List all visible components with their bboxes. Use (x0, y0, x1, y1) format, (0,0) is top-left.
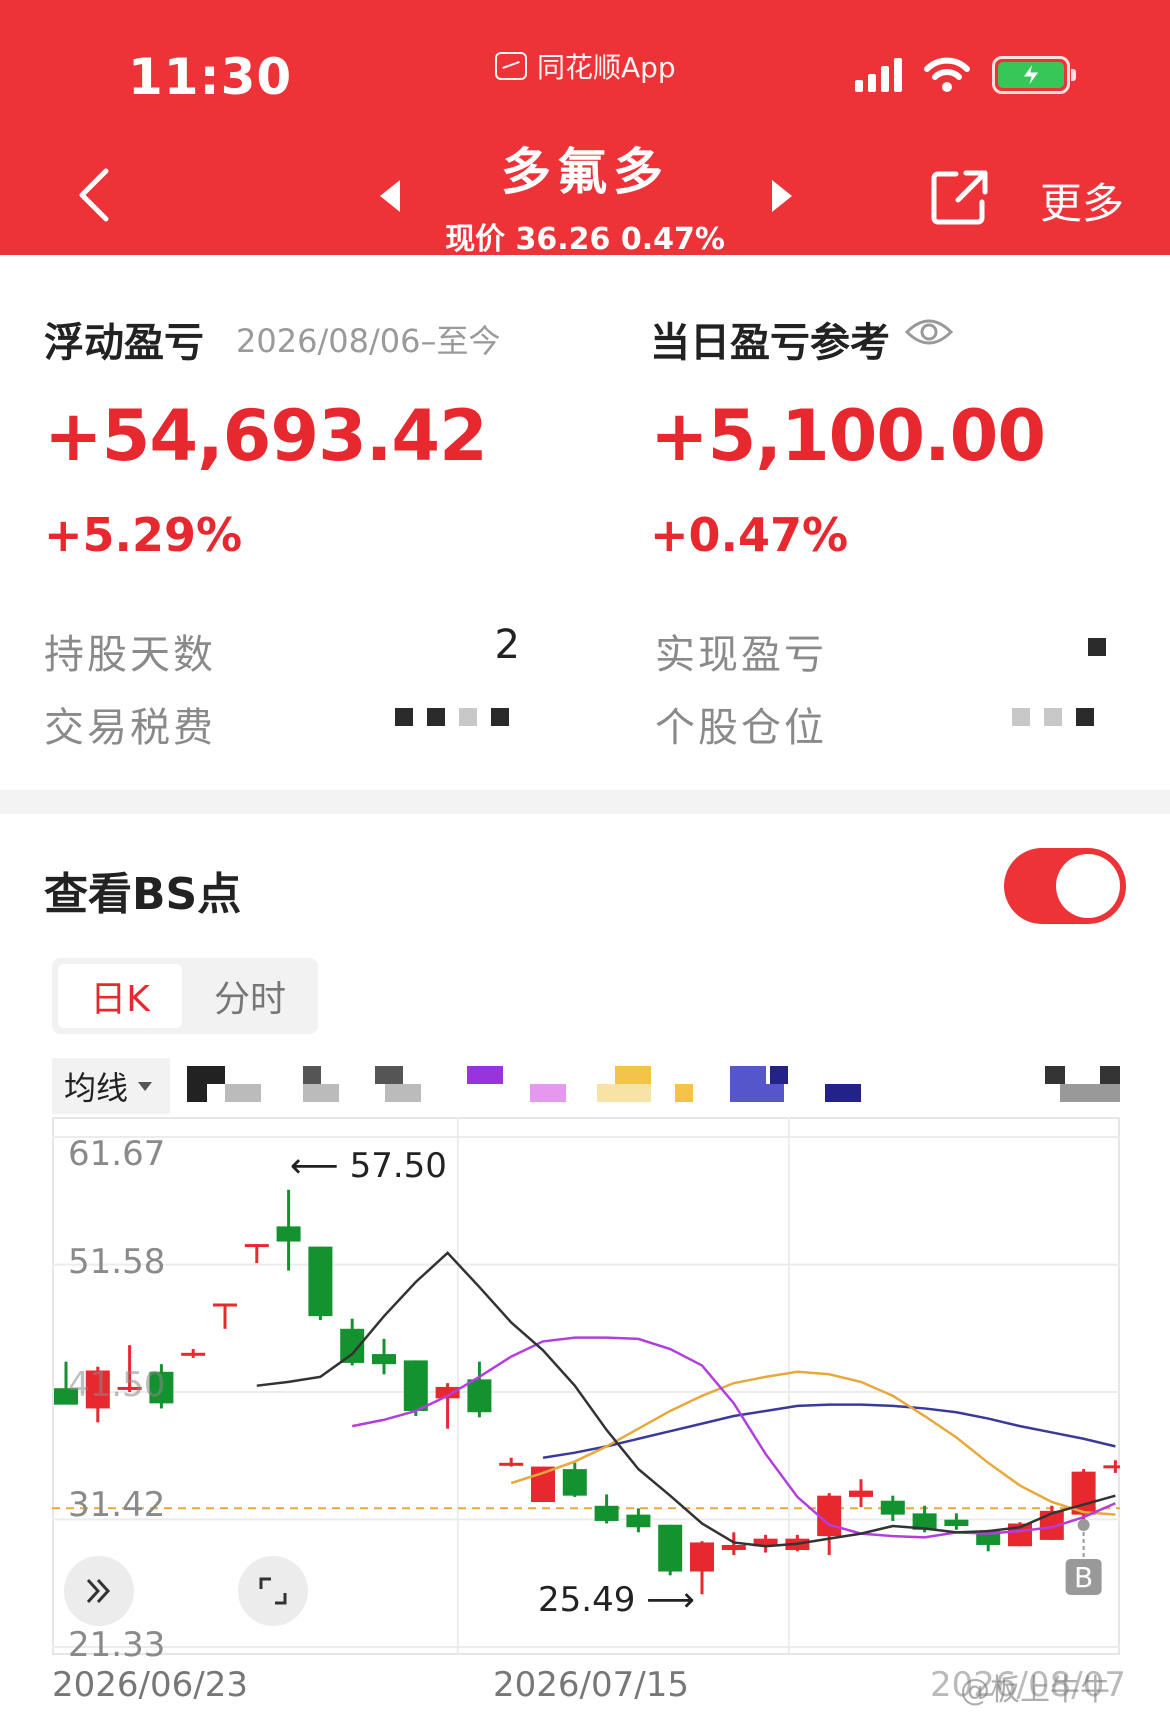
bs-points-title: 查看BS点 (44, 869, 242, 920)
candle (308, 1246, 333, 1317)
realized-pl-label: 实现盈亏 (655, 632, 827, 678)
tax-value-masked (395, 708, 509, 726)
buy-marker-label: B (1074, 1561, 1093, 1594)
low-annotation: 25.49 ⟶ (538, 1580, 695, 1620)
position-value-masked (1012, 708, 1094, 726)
candle (880, 1500, 905, 1515)
floating-pl-percent: +5.29% (44, 508, 243, 562)
daily-pl-amount: +5,100.00 (650, 395, 1046, 477)
tab-daily-k[interactable]: 日K (58, 964, 182, 1028)
x-tick-label: 2026/06/23 (52, 1665, 248, 1705)
battery-icon (992, 56, 1076, 94)
candle (626, 1514, 651, 1528)
daily-pl-label: 当日盈亏参考 (650, 320, 890, 366)
holding-days-label: 持股天数 (44, 632, 216, 678)
realized-pl-value-masked (1088, 638, 1106, 656)
buy-marker-dot (1077, 1518, 1090, 1531)
x-tick-label: 2026/07/15 (493, 1665, 689, 1705)
expand-chart-button[interactable] (64, 1556, 134, 1626)
floating-pl-date-range: 2026/08/06–至今 (236, 322, 501, 360)
candle (467, 1379, 492, 1413)
right-arrow-icon: ⟶ (635, 1580, 695, 1620)
candle (244, 1244, 269, 1248)
candle (213, 1303, 237, 1307)
candle (1103, 1465, 1120, 1469)
candle (721, 1544, 746, 1551)
fullscreen-icon (259, 1577, 287, 1605)
source-app-name: 同花顺App (537, 51, 676, 84)
high-annotation: ⟵ 57.50 (290, 1146, 447, 1186)
candle (594, 1505, 619, 1521)
app-header: 11:30 同花顺App 多氟多 现价 36.26 0.47% 更多 (0, 0, 1170, 257)
candle (944, 1519, 969, 1527)
section-divider (0, 790, 1170, 814)
y-tick-label: 21.33 (68, 1625, 166, 1665)
watermark: @板上牛牛 (960, 1673, 1110, 1708)
tax-label: 交易税费 (44, 705, 216, 751)
stock-price-line: 现价 36.26 0.47% (445, 222, 725, 257)
candle (276, 1226, 301, 1242)
ma5-line (256, 1251, 1116, 1548)
candle (562, 1469, 587, 1496)
daily-pl-percent: +0.47% (650, 508, 849, 562)
kline-chart[interactable]: B (52, 1117, 1120, 1655)
floating-pl-label: 浮动盈亏 (44, 320, 204, 366)
holding-days-value: 2 (494, 622, 520, 668)
fullscreen-button[interactable] (238, 1556, 308, 1626)
chart-frame (52, 1117, 1120, 1655)
kline-chart-svg: B (52, 1117, 1120, 1655)
status-icons (855, 56, 1076, 94)
candle (499, 1462, 524, 1466)
ma-legend-masked (187, 1066, 1120, 1102)
source-app-tag: 同花顺App (495, 46, 676, 86)
chevron-down-icon (138, 1081, 153, 1091)
y-tick-label: 41.50 (68, 1365, 166, 1405)
candle (181, 1352, 206, 1356)
next-stock-button[interactable] (772, 180, 792, 212)
double-chevron-right-icon (86, 1578, 111, 1604)
candle (849, 1490, 873, 1497)
status-time: 11:30 (128, 48, 293, 106)
left-arrow-icon: ⟵ (290, 1146, 350, 1186)
tab-intraday[interactable]: 分时 (188, 964, 312, 1028)
ma60-line (542, 1403, 1116, 1459)
candle (372, 1354, 396, 1365)
ma-select-label: 均线 (64, 1069, 129, 1107)
floating-pl-amount: +54,693.42 (44, 395, 488, 477)
eye-icon[interactable] (905, 312, 953, 352)
position-label: 个股仓位 (655, 705, 827, 751)
candle (658, 1524, 683, 1572)
candle (403, 1360, 428, 1411)
candle (690, 1542, 714, 1572)
wifi-icon (924, 57, 970, 92)
share-icon[interactable] (930, 168, 990, 226)
stock-name: 多氟多 (501, 143, 669, 201)
ma-select-dropdown[interactable]: 均线 (52, 1058, 170, 1114)
y-tick-label: 51.58 (68, 1242, 166, 1282)
ma10-line (351, 1336, 1116, 1539)
ma20-line (510, 1370, 1116, 1516)
y-tick-label: 31.42 (68, 1485, 166, 1525)
high-annotation-value: 57.50 (349, 1146, 447, 1186)
more-button[interactable]: 更多 (1040, 170, 1124, 231)
cell-signal-icon (855, 58, 902, 92)
low-annotation-value: 25.49 (538, 1580, 636, 1620)
y-tick-label: 61.67 (68, 1134, 166, 1174)
chart-period-tabs: 日K 分时 (52, 958, 318, 1034)
app-logo-icon (495, 52, 527, 80)
bs-points-toggle[interactable] (1004, 848, 1126, 924)
